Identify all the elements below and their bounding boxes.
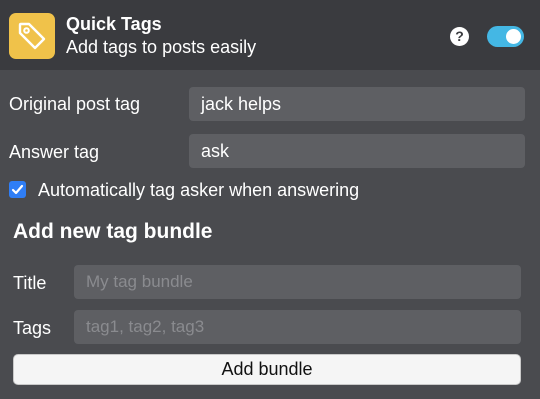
original-post-tag-input[interactable]: jack helps: [189, 87, 525, 121]
auto-tag-asker-checkbox[interactable]: [9, 181, 26, 198]
toggle-knob: [506, 29, 521, 44]
original-post-tag-label: Original post tag: [9, 94, 141, 114]
auto-tag-asker-label[interactable]: Automatically tag asker when answering: [38, 180, 359, 201]
bundle-tags-label: Tags: [13, 318, 52, 338]
enable-toggle[interactable]: [487, 26, 524, 47]
answer-tag-input[interactable]: ask: [189, 134, 525, 168]
section-title: Add new tag bundle: [13, 220, 213, 243]
app-subtitle: Add tags to posts easily: [66, 37, 257, 57]
bundle-tags-input[interactable]: tag1, tag2, tag3: [74, 310, 521, 344]
bundle-title-label: Title: [13, 273, 47, 293]
bundle-title-input[interactable]: My tag bundle: [74, 265, 521, 299]
add-bundle-button[interactable]: Add bundle: [13, 354, 521, 385]
answer-tag-label: Answer tag: [9, 142, 100, 162]
app-logo: [9, 13, 55, 59]
help-button[interactable]: ?: [450, 27, 469, 46]
checkmark-icon: [11, 184, 24, 195]
header-bar: Quick Tags Add tags to posts easily ?: [0, 0, 540, 70]
app-title: Quick Tags: [66, 14, 162, 34]
tag-icon: [18, 22, 46, 50]
